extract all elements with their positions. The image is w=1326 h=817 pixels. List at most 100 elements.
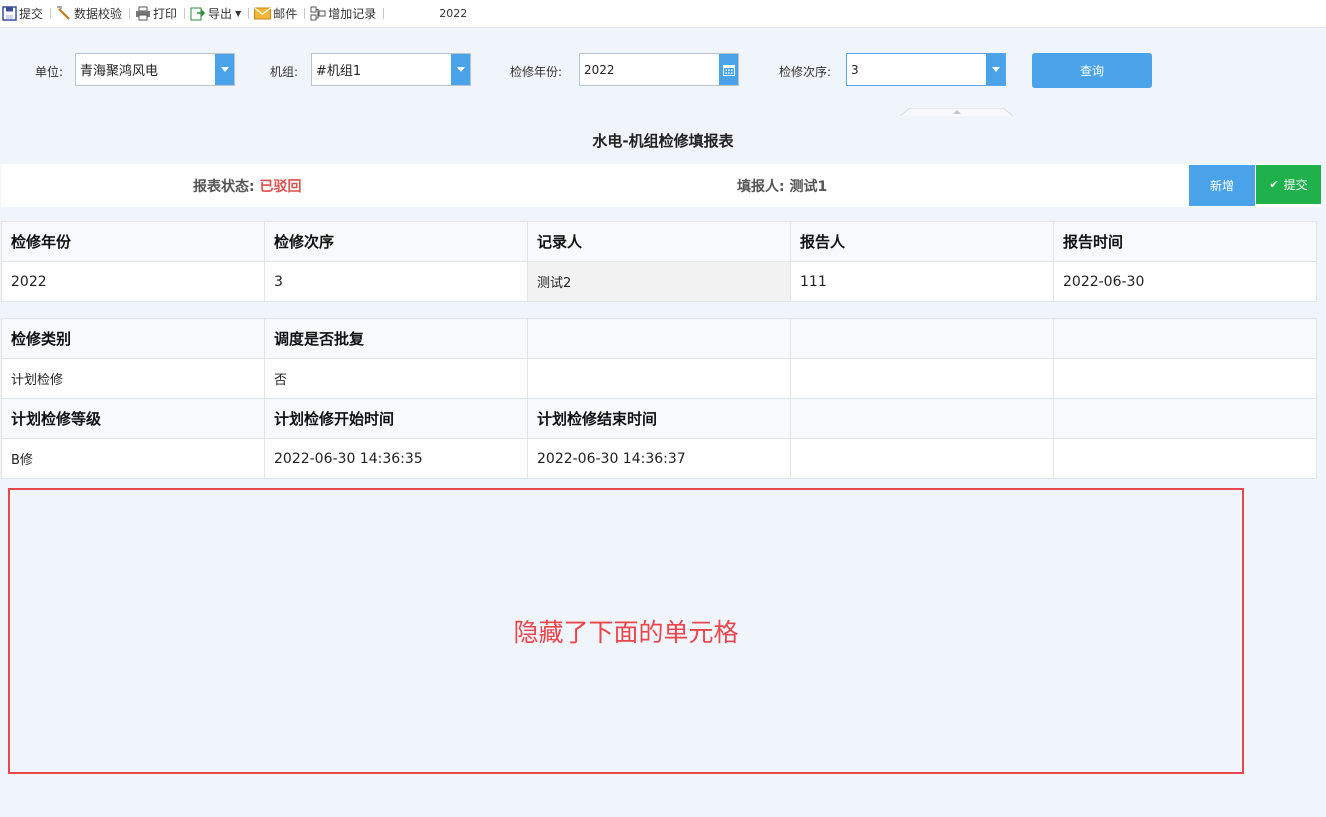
export-label: 导出 [208, 7, 233, 21]
header-cell: 记录人 [527, 221, 791, 262]
report-info-table: 检修年份 检修次序 记录人 报告人 报告时间 2022 3 测试2 111 20… [1, 221, 1317, 302]
year-datepicker[interactable]: 2022 [579, 53, 739, 86]
status-label: 报表状态: [193, 179, 255, 195]
header-cell [790, 318, 1054, 359]
order-cell[interactable]: 3 [264, 261, 528, 302]
unit-label: 单位: [35, 65, 64, 79]
header-cell [790, 398, 1054, 439]
order-label: 检修次序: [779, 65, 832, 79]
magic-wand-icon [57, 6, 70, 20]
header-cell: 计划检修等级 [1, 398, 265, 439]
year-cell[interactable]: 2022 [1, 261, 265, 302]
toolbar-divider [248, 8, 250, 19]
toolbar-year: 2022 [439, 7, 468, 20]
status-badge: 已驳回 [259, 179, 302, 195]
header-cell [527, 318, 791, 359]
table-header-row: 检修年份 检修次序 记录人 报告人 报告时间 [1, 221, 1317, 262]
unit-value: 青海聚鸿风电 [80, 64, 159, 79]
mail-label: 邮件 [273, 7, 298, 21]
empty-cell [1053, 358, 1317, 399]
printer-icon [136, 6, 151, 21]
print-label: 打印 [153, 7, 178, 21]
plan-start-cell[interactable]: 2022-06-30 14:36:35 [264, 438, 528, 479]
machine-dropdown-button[interactable] [451, 54, 470, 85]
order-select[interactable]: 3 [846, 53, 1006, 86]
table-row: 2022 3 测试2 111 2022-06-30 [1, 261, 1317, 302]
toolbar-divider [129, 8, 131, 19]
check-icon: ✔ [1269, 178, 1279, 191]
calendar-icon [722, 64, 735, 76]
filler-label: 填报人: [737, 179, 785, 195]
export-button[interactable]: 导出 ▼ [188, 0, 245, 27]
year-label: 检修年份: [510, 65, 563, 79]
year-value: 2022 [584, 62, 615, 77]
empty-cell [1053, 438, 1317, 479]
recorder-cell: 测试2 [527, 261, 791, 302]
report-filler: 填报人: 测试1 [737, 176, 827, 196]
toolbar-divider [383, 8, 385, 19]
header-cell: 报告人 [790, 221, 1054, 262]
reporter-cell[interactable]: 111 [790, 261, 1054, 302]
report-status: 报表状态: 已驳回 [193, 176, 301, 196]
report-title: 水电-机组检修填报表 [0, 117, 1326, 163]
order-value: 3 [851, 62, 859, 77]
unit-select[interactable]: 青海聚鸿风电 [75, 53, 235, 86]
filter-bar: 单位: 青海聚鸿风电 机组: #机组1 检修年份: 2022 检修次序: 3 查… [0, 53, 1326, 89]
table-row: B修 2022-06-30 14:36:35 2022-06-30 14:36:… [1, 438, 1317, 479]
maintenance-type-cell[interactable]: 计划检修 [1, 358, 265, 399]
validate-button[interactable]: 数据校验 [54, 0, 126, 27]
table-header-row: 检修类别 调度是否批复 [1, 318, 1317, 359]
add-record-label: 增加记录 [328, 7, 377, 21]
header-cell: 检修年份 [1, 221, 265, 262]
machine-label: 机组: [270, 65, 299, 79]
header-cell: 计划检修开始时间 [264, 398, 528, 439]
machine-value: #机组1 [316, 64, 362, 79]
chevron-down-icon: ▼ [235, 9, 242, 18]
submit-button[interactable]: ✔ 提交 [1256, 165, 1321, 204]
submit-toolbar-button[interactable]: 提交 [0, 0, 47, 27]
empty-cell [527, 358, 791, 399]
mail-button[interactable]: 邮件 [252, 0, 301, 27]
plan-end-cell[interactable]: 2022-06-30 14:36:37 [527, 438, 791, 479]
header-cell: 计划检修结束时间 [527, 398, 791, 439]
add-record-button[interactable]: 增加记录 [308, 0, 380, 27]
machine-select[interactable]: #机组1 [311, 53, 471, 86]
chevron-down-icon [220, 67, 229, 72]
save-icon [2, 6, 17, 21]
header-cell [1053, 398, 1317, 439]
header-cell: 检修次序 [264, 221, 528, 262]
maintenance-detail-table: 检修类别 调度是否批复 计划检修 否 计划检修等级 计划检修开始时间 计划检修结… [1, 318, 1317, 479]
toolbar-divider [184, 8, 186, 19]
add-record-icon [310, 6, 326, 21]
print-button[interactable]: 打印 [133, 0, 181, 27]
table-header-row: 计划检修等级 计划检修开始时间 计划检修结束时间 [1, 398, 1317, 439]
collapse-panel-tab[interactable] [900, 108, 1013, 116]
chevron-down-icon [991, 67, 1000, 72]
unit-dropdown-button[interactable] [215, 54, 234, 85]
header-cell: 调度是否批复 [264, 318, 528, 359]
query-button[interactable]: 查询 [1032, 53, 1152, 88]
toolbar: 提交 数据校验 打印 导出 ▼ 邮件 增加记录 2022 [0, 0, 1326, 28]
chevron-down-icon [456, 67, 465, 72]
report-time-cell[interactable]: 2022-06-30 [1053, 261, 1317, 302]
validate-label: 数据校验 [74, 7, 123, 21]
annotation-text: 隐藏了下面的单元格 [513, 618, 739, 647]
mail-icon [254, 7, 272, 20]
calendar-button[interactable] [719, 54, 738, 85]
header-cell: 报告时间 [1053, 221, 1317, 262]
report-status-bar: 报表状态: 已驳回 填报人: 测试1 新增 ✔ 提交 [1, 164, 1321, 207]
submit-toolbar-label: 提交 [19, 7, 44, 21]
dispatch-approval-cell[interactable]: 否 [264, 358, 528, 399]
empty-cell [790, 358, 1054, 399]
export-icon [190, 7, 206, 21]
add-button[interactable]: 新增 [1189, 165, 1255, 206]
table-row: 计划检修 否 [1, 358, 1317, 399]
header-cell: 检修类别 [1, 318, 265, 359]
plan-level-cell[interactable]: B修 [1, 438, 265, 479]
hidden-cells-annotation: 隐藏了下面的单元格 [8, 488, 1244, 774]
empty-cell [790, 438, 1054, 479]
order-dropdown-button[interactable] [986, 54, 1005, 85]
submit-button-label: 提交 [1283, 178, 1308, 192]
filler-value: 测试1 [789, 179, 828, 195]
toolbar-divider [50, 8, 52, 19]
